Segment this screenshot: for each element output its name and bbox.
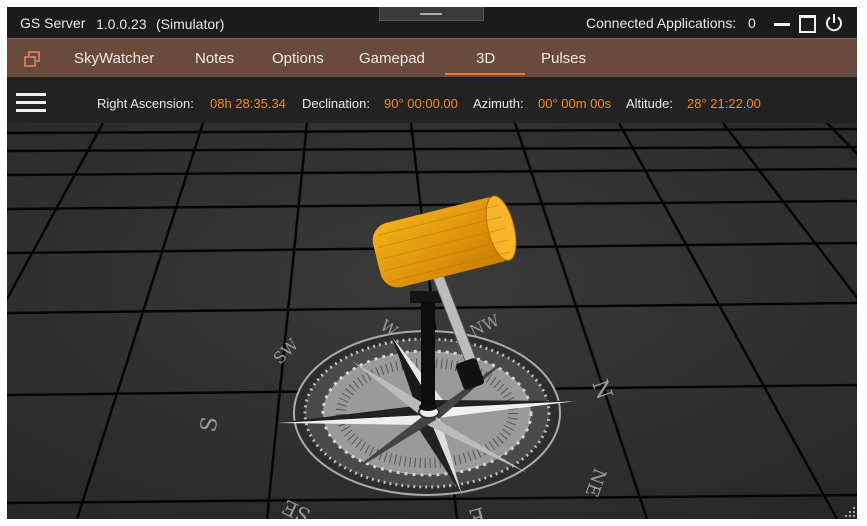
- ra-value: 08h 28:35.34: [210, 96, 286, 111]
- app-name: GS Server: [20, 15, 86, 31]
- app-version: 1.0.0.23: [96, 16, 147, 32]
- resize-grip-icon[interactable]: [845, 507, 855, 517]
- connected-apps-label: Connected Applications:: [586, 15, 737, 31]
- tab-3d[interactable]: 3D: [476, 50, 495, 67]
- maximize-icon: [799, 15, 816, 33]
- az-value: 00° 00m 00s: [538, 96, 612, 111]
- power-icon: [826, 14, 842, 32]
- popout-icon[interactable]: [23, 51, 41, 67]
- tab-gamepad[interactable]: Gamepad: [359, 50, 425, 67]
- grip-icon: [420, 13, 442, 15]
- minimize-icon: [774, 23, 790, 26]
- minimize-button[interactable]: [771, 13, 793, 33]
- ra-label: Right Ascension:: [97, 96, 194, 111]
- tab-options[interactable]: Options: [272, 50, 324, 67]
- tab-bar: SkyWatcher Notes Options Gamepad 3D Puls…: [7, 38, 857, 78]
- active-tab-indicator: [445, 73, 525, 75]
- title-bar[interactable]: GS Server 1.0.0.23 (Simulator) Connected…: [7, 7, 857, 38]
- tab-pulses[interactable]: Pulses: [541, 50, 586, 67]
- maximize-button[interactable]: [797, 13, 819, 33]
- 3d-viewport[interactable]: W NW N NE E SE S SW: [7, 123, 857, 519]
- power-button[interactable]: [824, 13, 846, 33]
- menu-icon[interactable]: [16, 93, 46, 113]
- dec-value: 90° 00:00.00: [384, 96, 458, 111]
- app-window: GS Server 1.0.0.23 (Simulator) Connected…: [7, 7, 857, 519]
- alt-value: 28° 21:22.00: [687, 96, 761, 111]
- dec-label: Declination:: [302, 96, 370, 111]
- connected-apps-count: 0: [748, 15, 756, 31]
- tab-skywatcher[interactable]: SkyWatcher: [74, 50, 154, 67]
- tab-notes[interactable]: Notes: [195, 50, 234, 67]
- drag-handle[interactable]: [379, 7, 484, 21]
- coordinates-bar: Right Ascension: 08h 28:35.34 Declinatio…: [7, 77, 857, 123]
- app-mode: (Simulator): [156, 16, 225, 32]
- az-label: Azimuth:: [473, 96, 524, 111]
- alt-label: Altitude:: [626, 96, 673, 111]
